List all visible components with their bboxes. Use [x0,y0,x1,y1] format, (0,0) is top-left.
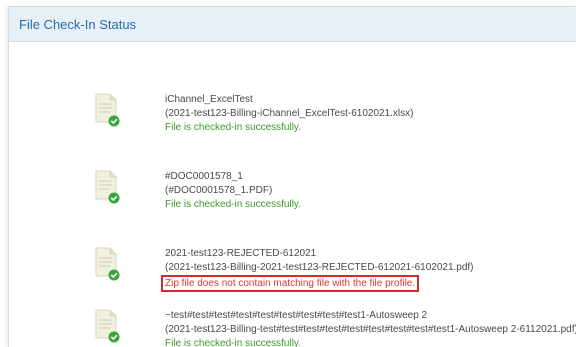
document-check-icon [95,309,120,343]
file-name: 2021-test123-REJECTED-612021 [165,248,317,259]
file-entry: 2021-test123-REJECTED-612021 (2021-test1… [93,247,576,297]
file-path: (2021-test123-Billing-test#test#test#tes… [165,324,576,335]
file-name: ~test#test#test#test#test#test#test#test… [165,310,428,321]
file-path: (2021-test123-Billing-2021-test123-REJEC… [165,262,474,273]
file-name: #DOC0001578_1 [165,171,243,182]
panel-header: File Check-In Status [9,7,576,42]
document-check-icon [95,170,120,204]
document-check-icon [95,93,120,127]
file-path: (#DOC0001578_1.PDF) [165,185,273,196]
document-check-icon [95,247,120,281]
file-entry: #DOC0001578_1 (#DOC0001578_1.PDF) File i… [93,170,576,220]
file-checkin-panel: File Check-In Status iChannel_ExcelTest … [8,6,576,347]
status-message: File is checked-in successfully. [165,122,301,133]
status-message: Zip file does not contain matching file … [165,278,416,289]
file-entry: ~test#test#test#test#test#test#test#test… [93,309,576,347]
file-name: iChannel_ExcelTest [165,94,253,105]
file-entry: iChannel_ExcelTest (2021-test123-Billing… [93,93,576,143]
file-path: (2021-test123-Billing-iChannel_ExcelTest… [165,108,414,119]
error-highlight-box: Zip file does not contain matching file … [161,275,420,292]
status-message: File is checked-in successfully. [165,199,301,210]
page-title: File Check-In Status [19,16,137,32]
